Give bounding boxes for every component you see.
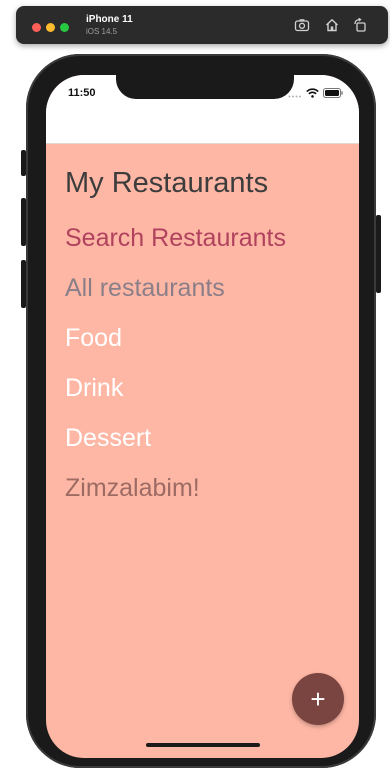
menu-item-search-restaurants[interactable]: Search Restaurants [65, 213, 349, 263]
plus-icon: + [310, 684, 326, 714]
status-time: 11:50 [68, 87, 96, 99]
zoom-window-button[interactable] [60, 23, 69, 32]
phone-screen: 11:50 My Restaurants Search Restaurants … [46, 75, 359, 758]
stage: iPhone 11 iOS 14.5 11:50 My Restaurants … [0, 0, 390, 768]
menu-item-drink[interactable]: Drink [65, 363, 349, 413]
battery-icon [323, 88, 343, 98]
rotate-icon[interactable] [352, 17, 368, 33]
home-indicator[interactable] [146, 743, 260, 747]
status-icons [288, 87, 343, 99]
screenshot-icon[interactable] [294, 17, 310, 33]
cellular-icon [288, 88, 302, 98]
device-name: iPhone 11 [86, 14, 133, 25]
home-icon[interactable] [324, 17, 340, 33]
wifi-icon [306, 88, 319, 98]
menu-item-dessert[interactable]: Dessert [65, 413, 349, 463]
status-bar: 11:50 [46, 75, 359, 144]
simulator-title-bar: iPhone 11 iOS 14.5 [16, 6, 388, 44]
os-version: iOS 14.5 [86, 27, 118, 36]
notch [116, 75, 294, 99]
close-window-button[interactable] [32, 23, 41, 32]
minimize-window-button[interactable] [46, 23, 55, 32]
menu-item-zimzalabim[interactable]: Zimzalabim! [65, 463, 349, 513]
page-title: My Restaurants [65, 167, 269, 199]
menu-item-food[interactable]: Food [65, 313, 349, 363]
power-button [376, 215, 381, 293]
add-restaurant-button[interactable]: + [292, 673, 344, 725]
restaurant-menu: My Restaurants Search Restaurants All re… [65, 163, 349, 513]
menu-item-all-restaurants[interactable]: All restaurants [65, 263, 349, 313]
